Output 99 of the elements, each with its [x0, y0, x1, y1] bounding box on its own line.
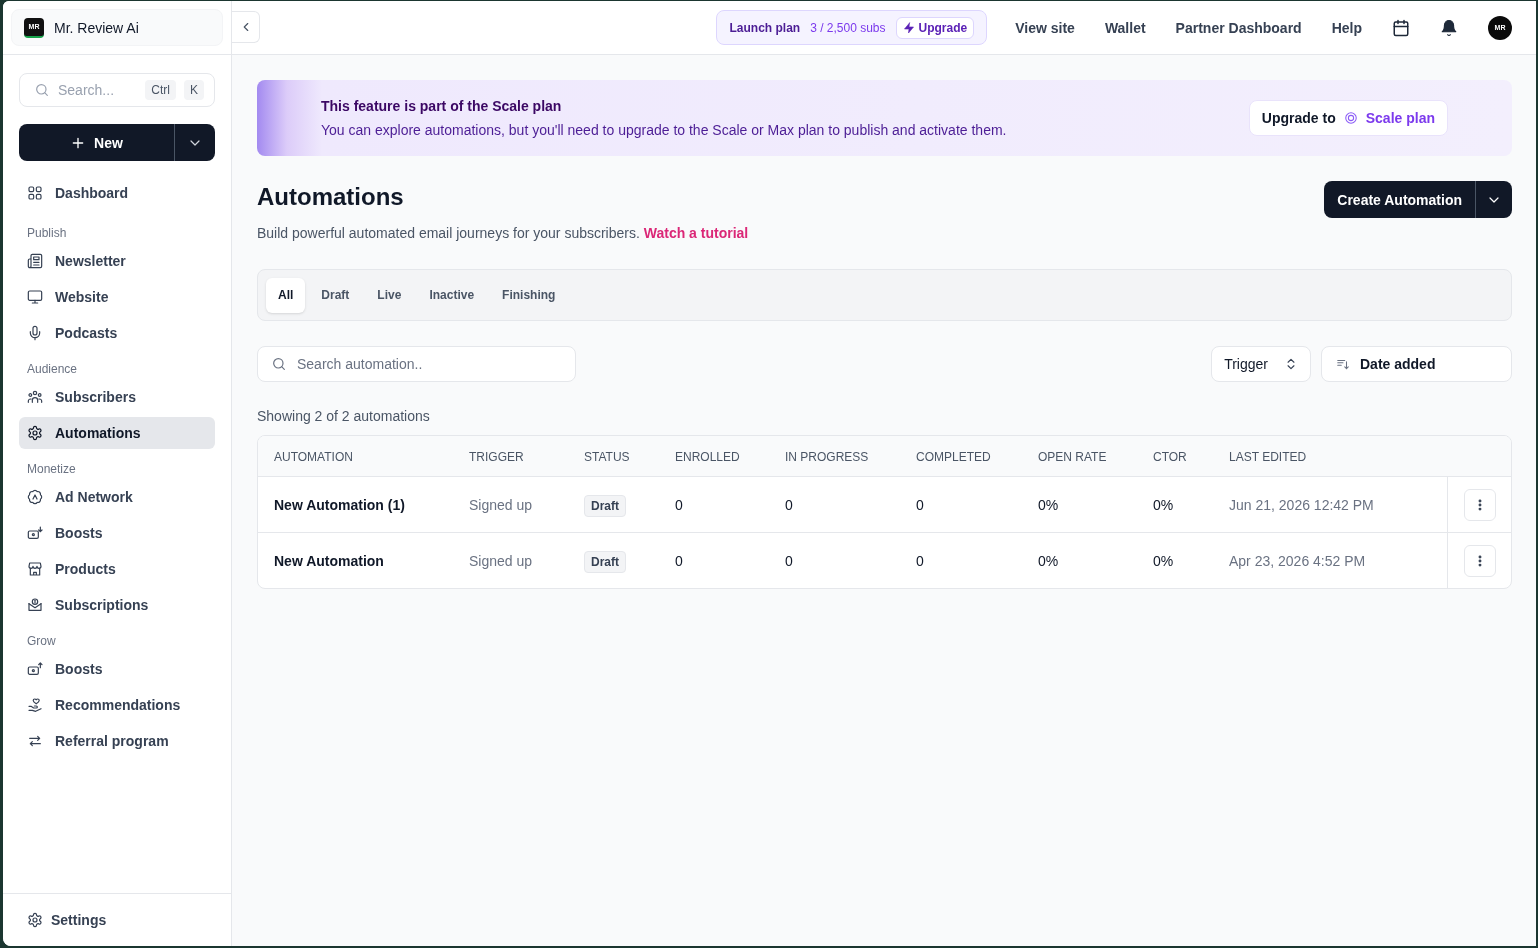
- nav-item[interactable]: Subscriptions: [19, 589, 215, 621]
- search-icon: [34, 82, 50, 98]
- table-cell: 0: [785, 496, 793, 513]
- sort-button[interactable]: Date added: [1321, 346, 1512, 382]
- trigger-filter-button[interactable]: Trigger: [1211, 346, 1311, 382]
- top-nav-link[interactable]: View site: [1015, 17, 1075, 38]
- search-field[interactable]: Search automation..: [257, 346, 576, 382]
- column-header: STATUS: [584, 450, 630, 464]
- column-header: COMPLETED: [916, 450, 991, 464]
- store-icon: [27, 561, 43, 577]
- lightning-icon: [902, 21, 915, 34]
- card-arrow-down-icon: [27, 525, 43, 541]
- newspaper-icon: [27, 253, 43, 269]
- page-description: Build powerful automated email journeys for your subscribers. Watch a tutorial: [257, 224, 749, 243]
- nav-item[interactable]: Ad Network: [19, 481, 215, 513]
- calendar-icon: [1392, 18, 1410, 37]
- nav-item[interactable]: Recommendations: [19, 689, 215, 721]
- column-header: CTOR: [1153, 450, 1187, 464]
- section-label: Publish: [26, 225, 68, 241]
- filter-tab[interactable]: Finishing: [490, 277, 568, 313]
- search-icon: [271, 356, 287, 372]
- nav-item[interactable]: Boosts: [19, 517, 215, 549]
- top-nav-link[interactable]: Wallet: [1104, 17, 1146, 38]
- section-label: Grow: [26, 633, 57, 649]
- ring-icon: [1343, 111, 1358, 125]
- users-icon: [27, 389, 43, 405]
- section-label: Monetize: [26, 461, 77, 477]
- table-cell: New Automation (1): [274, 496, 405, 513]
- nav-item[interactable]: Boosts: [19, 653, 215, 685]
- table-cell: Jun 21, 2026 12:42 PM: [1229, 496, 1374, 513]
- table-cell: 0%: [1038, 552, 1059, 569]
- column-header: IN PROGRESS: [785, 450, 869, 464]
- section-label: Audience: [26, 361, 79, 377]
- search-input[interactable]: Search...: [58, 74, 138, 106]
- column-header: LAST EDITED: [1229, 450, 1307, 464]
- table-cell: 0: [675, 496, 683, 513]
- nav-item[interactable]: Automations: [19, 417, 215, 449]
- status-badge: Draft: [584, 550, 626, 573]
- card-arrow-up-icon: [27, 661, 43, 677]
- status-badge: Draft: [584, 494, 626, 517]
- table-cell: Apr 23, 2026 4:52 PM: [1229, 552, 1366, 569]
- table-cell: 0%: [1153, 552, 1174, 569]
- create-menu-button[interactable]: [1475, 181, 1512, 218]
- top-nav-link[interactable]: Partner Dashboard: [1175, 17, 1302, 38]
- table-cell: 0: [785, 552, 793, 569]
- banner-message: You can explore automations, but you'll need to upgrade to the Scale or Max plan to publish and activate them.: [321, 121, 1007, 140]
- upgrade-button[interactable]: Upgrade: [895, 16, 975, 39]
- table-cell: 0%: [1038, 496, 1059, 513]
- notifications-button[interactable]: [1440, 18, 1458, 37]
- hand-heart-icon: [27, 697, 43, 713]
- table-cell: 0: [916, 552, 924, 569]
- create-automation-button[interactable]: Create Automation: [1324, 181, 1475, 218]
- gear-icon: [27, 425, 43, 441]
- badge-icon: [27, 489, 43, 505]
- filter-tab[interactable]: Live: [365, 277, 414, 313]
- table-cell: Signed up: [469, 552, 533, 569]
- filter-tab[interactable]: Inactive: [417, 277, 487, 313]
- column-header: TRIGGER: [469, 450, 524, 464]
- shortcut-key: Ctrl: [145, 80, 176, 100]
- new-menu-button[interactable]: [174, 124, 215, 161]
- filter-tab[interactable]: Draft: [309, 277, 362, 313]
- column-header: OPEN RATE: [1038, 450, 1107, 464]
- grid-icon: [27, 185, 43, 201]
- search-input[interactable]: Search automation..: [297, 347, 563, 381]
- nav-item[interactable]: Website: [19, 281, 215, 313]
- page-title: Automations: [257, 182, 405, 212]
- arrows-swap-icon: [27, 733, 43, 749]
- nav-item[interactable]: Subscribers: [19, 381, 215, 413]
- nav-item[interactable]: Dashboard: [19, 177, 215, 209]
- bell-icon: [1440, 18, 1458, 37]
- table-cell: 0: [675, 552, 683, 569]
- sort-icon: [1336, 357, 1350, 371]
- column-header: ENROLLED: [675, 450, 740, 464]
- microphone-icon: [27, 325, 43, 341]
- envelope-coin-icon: [27, 597, 43, 613]
- table-cell: New Automation: [274, 552, 384, 569]
- tutorial-link[interactable]: Watch a tutorial: [643, 225, 749, 241]
- subscriber-usage: 3 / 2,500 subs: [810, 19, 886, 36]
- settings-nav-item[interactable]: Settings: [19, 904, 115, 936]
- gear-icon: [27, 912, 43, 928]
- table-cell: 0%: [1153, 496, 1174, 513]
- shortcut-key: K: [184, 80, 204, 100]
- filter-tab[interactable]: All: [266, 277, 306, 313]
- search-field[interactable]: Search... Ctrl K: [19, 73, 215, 107]
- nav-item[interactable]: Podcasts: [19, 317, 215, 349]
- table-cell: Signed up: [469, 496, 533, 513]
- nav-item[interactable]: Newsletter: [19, 245, 215, 277]
- upgrade-plan-button[interactable]: Upgrade to Scale plan: [1248, 100, 1448, 136]
- top-nav-link[interactable]: Help: [1331, 17, 1362, 38]
- nav-item[interactable]: Products: [19, 553, 215, 585]
- table-cell: 0: [916, 496, 924, 513]
- result-count: Showing 2 of 2 automations: [257, 407, 431, 426]
- new-button[interactable]: New: [19, 124, 174, 161]
- column-header: AUTOMATION: [274, 450, 353, 464]
- monitor-icon: [27, 289, 43, 305]
- plan-name: Launch plan: [729, 19, 801, 36]
- banner-title: This feature is part of the Scale plan: [321, 97, 563, 116]
- calendar-button[interactable]: [1392, 18, 1410, 37]
- nav-item[interactable]: Referral program: [19, 725, 215, 757]
